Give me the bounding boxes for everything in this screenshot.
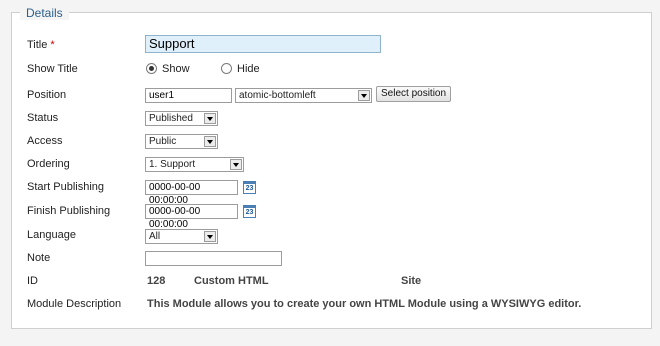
show-radio[interactable] [146, 63, 157, 74]
calendar-icon[interactable]: 23 [243, 205, 256, 218]
ordering-select-value: 1. Support [149, 159, 196, 170]
details-legend: Details [20, 6, 69, 20]
hide-radio[interactable] [221, 63, 232, 74]
position-input[interactable]: user1 [145, 88, 232, 103]
chevron-down-icon [204, 231, 216, 242]
module-type-value: Custom HTML [194, 275, 269, 287]
show-title-label: Show Title [27, 63, 78, 75]
chevron-down-icon [204, 136, 216, 147]
chevron-down-icon [230, 159, 242, 170]
module-description-value: This Module allows you to create your ow… [147, 298, 582, 310]
calendar-icon[interactable]: 23 [243, 181, 256, 194]
id-value: 128 [147, 275, 166, 287]
status-select-value: Published [149, 113, 193, 124]
chevron-down-icon [358, 90, 370, 101]
id-label: ID [27, 275, 38, 287]
note-input[interactable] [145, 251, 282, 266]
access-select[interactable]: Public [145, 134, 218, 149]
access-label: Access [27, 135, 63, 147]
start-publishing-input[interactable]: 0000-00-00 00:00:00 [145, 180, 238, 206]
select-position-button[interactable]: Select position [376, 86, 452, 102]
access-select-value: Public [149, 136, 177, 147]
language-select[interactable]: All [145, 229, 218, 244]
show-radio-label: Show [162, 63, 190, 75]
details-fieldset [11, 12, 652, 329]
required-marker: * [50, 39, 55, 51]
finish-publishing-input[interactable]: 0000-00-00 00:00:00 [145, 204, 238, 230]
position-label: Position [27, 89, 67, 101]
position-select[interactable]: atomic-bottomleft [235, 88, 372, 103]
language-select-value: All [149, 231, 161, 242]
title-input[interactable]: Support [145, 35, 381, 53]
hide-radio-label: Hide [237, 63, 260, 75]
chevron-down-icon [204, 113, 216, 124]
status-select[interactable]: Published [145, 111, 218, 126]
start-publishing-label: Start Publishing [27, 181, 105, 193]
position-select-value: atomic-bottomleft [239, 90, 316, 101]
note-label: Note [27, 252, 51, 264]
title-label: Title * [27, 39, 55, 51]
language-label: Language [27, 229, 76, 241]
finish-publishing-label: Finish Publishing [27, 205, 111, 217]
module-client-value: Site [401, 275, 422, 287]
ordering-select[interactable]: 1. Support [145, 157, 244, 172]
status-label: Status [27, 112, 59, 124]
ordering-label: Ordering [27, 158, 70, 170]
module-description-label: Module Description [27, 298, 122, 310]
